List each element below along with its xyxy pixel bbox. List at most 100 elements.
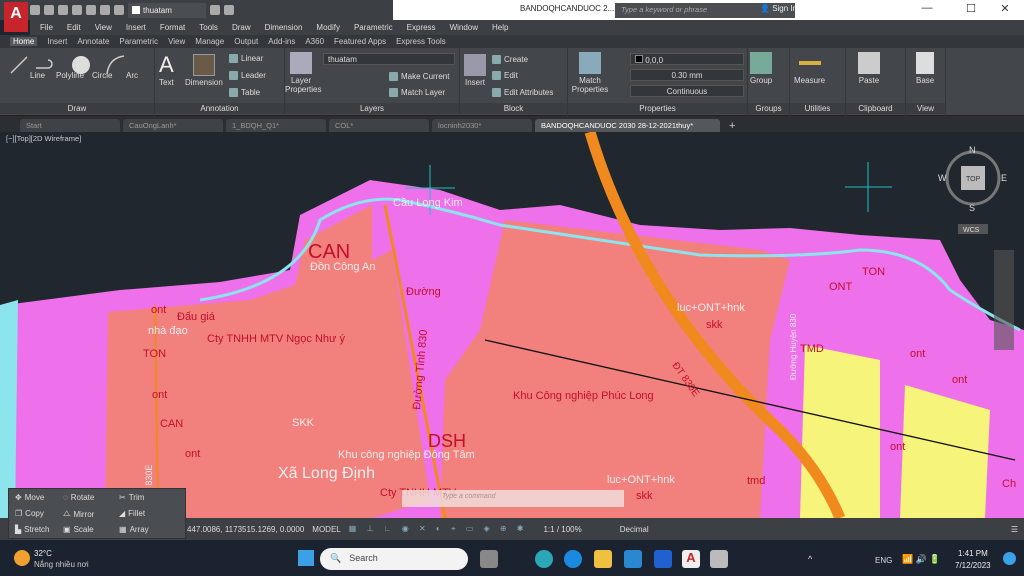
annotation-panel-title[interactable]: Annotation bbox=[155, 103, 284, 114]
tab-featured-apps[interactable]: Featured Apps bbox=[334, 37, 386, 46]
weather-icon[interactable] bbox=[14, 550, 30, 566]
menu-file[interactable]: File bbox=[40, 23, 53, 32]
base-tool[interactable]: Base bbox=[916, 52, 934, 85]
doc-tab[interactable]: 1_BDQH_Q1* bbox=[226, 119, 326, 132]
stretch-button[interactable]: ▙ Stretch bbox=[15, 525, 50, 534]
menu-help[interactable]: Help bbox=[492, 23, 508, 32]
windows-start-icon[interactable] bbox=[298, 550, 314, 566]
open-icon[interactable] bbox=[44, 5, 54, 15]
clock-date[interactable]: 7/12/2023 bbox=[955, 561, 991, 570]
viewcube-south[interactable]: S bbox=[969, 203, 975, 213]
block-panel-title[interactable]: Block bbox=[460, 103, 567, 114]
new-icon[interactable] bbox=[30, 5, 40, 15]
tray-chevron-icon[interactable]: ^ bbox=[808, 554, 812, 564]
doc-tab[interactable]: CauOngLanh* bbox=[123, 119, 223, 132]
view-panel-title[interactable]: View bbox=[906, 103, 945, 114]
drawing-viewport[interactable]: Cầu Long Kim CAN Đồn Công An Đường Đường… bbox=[0, 132, 1024, 518]
snipping-tool-icon[interactable] bbox=[710, 550, 728, 568]
properties-panel-title[interactable]: Properties bbox=[568, 103, 747, 114]
viewcube[interactable]: TOP N S W E WCS bbox=[938, 145, 1007, 234]
create-block-button[interactable]: Create bbox=[492, 55, 528, 64]
menu-parametric[interactable]: Parametric bbox=[354, 23, 393, 32]
array-button[interactable]: ▦ Array bbox=[119, 525, 149, 534]
copy-button[interactable]: ❐ Copy bbox=[15, 509, 44, 518]
trim-button[interactable]: ✂ Trim bbox=[119, 493, 144, 502]
edge-icon[interactable] bbox=[564, 550, 582, 568]
taskbar-search[interactable]: 🔍 Search bbox=[320, 548, 468, 570]
copilot-icon[interactable] bbox=[535, 550, 553, 568]
layer-dropdown-ribbon[interactable]: thuatam bbox=[323, 53, 455, 65]
weather-temp[interactable]: 32°C bbox=[34, 549, 52, 558]
tab-view[interactable]: View bbox=[168, 37, 185, 46]
clipboard-panel-title[interactable]: Clipboard bbox=[846, 103, 905, 114]
menu-format[interactable]: Format bbox=[160, 23, 185, 32]
layers-panel-title[interactable]: Layers bbox=[285, 103, 459, 114]
dimension-tool[interactable]: Dimension bbox=[185, 54, 223, 87]
new-tab-button[interactable]: + bbox=[723, 120, 741, 132]
menu-view[interactable]: View bbox=[95, 23, 112, 32]
model-space-button[interactable]: MODEL bbox=[312, 525, 340, 534]
groups-panel-title[interactable]: Groups bbox=[748, 103, 789, 114]
make-current-button[interactable]: Make Current bbox=[389, 72, 449, 81]
paste-tool[interactable]: Paste bbox=[858, 52, 880, 85]
move-button[interactable]: ✥ Move bbox=[15, 493, 44, 502]
linetype-dropdown[interactable]: Continuous bbox=[630, 85, 744, 97]
table-button[interactable]: Table bbox=[229, 88, 260, 97]
viewcube-north[interactable]: N bbox=[969, 145, 976, 155]
viewcube-west[interactable]: W bbox=[938, 173, 947, 183]
undo-icon[interactable] bbox=[100, 5, 110, 15]
tab-express-tools[interactable]: Express Tools bbox=[396, 37, 446, 46]
annotation-scale-dropdown[interactable]: 1:1 / 100% bbox=[543, 525, 581, 534]
edit-block-button[interactable]: Edit bbox=[492, 71, 518, 80]
command-line-input[interactable]: Type a command bbox=[402, 490, 624, 507]
fillet-button[interactable]: ◢ Fillet bbox=[119, 509, 145, 518]
clock-time[interactable]: 1:41 PM bbox=[958, 549, 988, 558]
menu-insert[interactable]: Insert bbox=[126, 23, 146, 32]
navigation-bar[interactable] bbox=[994, 250, 1014, 350]
tab-manage[interactable]: Manage bbox=[195, 37, 224, 46]
color-dropdown[interactable]: 0,0,0 bbox=[630, 53, 744, 65]
draw-panel-title[interactable]: Draw bbox=[0, 103, 154, 114]
sign-in-button[interactable]: 👤 Sign In bbox=[760, 4, 797, 13]
network-volume-battery-icons[interactable]: 📶 🔊 🔋 bbox=[902, 554, 941, 565]
insert-tool[interactable]: Insert bbox=[464, 54, 486, 87]
autocad-taskbar-icon[interactable]: A bbox=[682, 550, 700, 568]
maximize-button[interactable]: ☐ bbox=[956, 2, 986, 18]
customization-menu-icon[interactable]: ☰ bbox=[1011, 525, 1018, 534]
layer-properties-tool[interactable]: Layer Properties bbox=[285, 52, 321, 94]
menu-modify[interactable]: Modify bbox=[316, 23, 340, 32]
tab-insert[interactable]: Insert bbox=[47, 37, 67, 46]
save-icon[interactable] bbox=[58, 5, 68, 15]
tab-output[interactable]: Output bbox=[234, 37, 258, 46]
utilities-panel-title[interactable]: Utilities bbox=[790, 103, 845, 114]
layer-dropdown[interactable]: thuatam bbox=[128, 2, 206, 18]
minimize-button[interactable]: — bbox=[912, 2, 942, 18]
task-view-icon[interactable] bbox=[480, 550, 498, 568]
measure-tool[interactable]: Measure bbox=[794, 52, 825, 85]
viewport-controls[interactable]: [−][Top][2D Wireframe] bbox=[6, 134, 81, 143]
linear-button[interactable]: Linear bbox=[229, 54, 263, 63]
autocad-logo[interactable]: A bbox=[4, 2, 28, 32]
wcs-menu[interactable]: WCS bbox=[963, 227, 980, 234]
menu-edit[interactable]: Edit bbox=[67, 23, 81, 32]
match-properties-tool[interactable]: Match Properties bbox=[570, 52, 610, 94]
menu-dimension[interactable]: Dimension bbox=[265, 23, 303, 32]
notification-icon[interactable] bbox=[1003, 552, 1016, 565]
dropbox-icon[interactable] bbox=[654, 550, 672, 568]
scale-button[interactable]: ▣ Scale bbox=[63, 525, 94, 534]
group-tool[interactable]: Group bbox=[750, 52, 772, 85]
mirror-button[interactable]: ⧍ Mirror bbox=[63, 509, 94, 519]
tab-addins[interactable]: Add-ins bbox=[268, 37, 295, 46]
redo-icon[interactable] bbox=[114, 5, 124, 15]
leader-button[interactable]: Leader bbox=[229, 71, 266, 80]
tab-annotate[interactable]: Annotate bbox=[77, 37, 109, 46]
language-indicator[interactable]: ENG bbox=[875, 556, 892, 565]
rotate-button[interactable]: ◌ Rotate bbox=[63, 493, 94, 502]
close-button[interactable]: ✕ bbox=[990, 2, 1020, 18]
file-explorer-icon[interactable] bbox=[594, 550, 612, 568]
save-as-icon[interactable] bbox=[72, 5, 82, 15]
units-dropdown[interactable]: Decimal bbox=[620, 525, 649, 534]
text-tool[interactable]: A Text bbox=[159, 52, 174, 87]
menu-express[interactable]: Express bbox=[407, 23, 436, 32]
viewcube-east[interactable]: E bbox=[1001, 173, 1007, 183]
